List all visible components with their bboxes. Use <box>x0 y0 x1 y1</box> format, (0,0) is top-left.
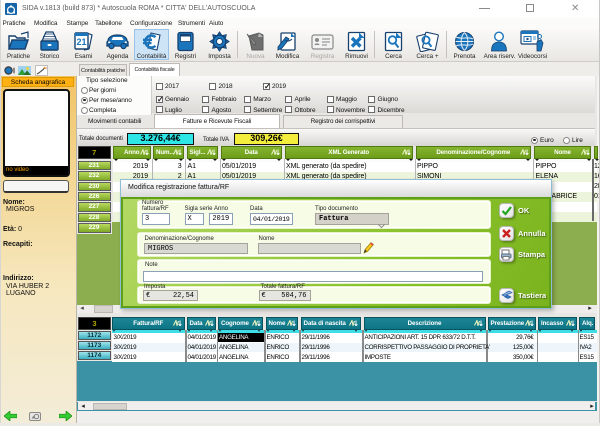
svg-text:21: 21 <box>76 37 86 47</box>
